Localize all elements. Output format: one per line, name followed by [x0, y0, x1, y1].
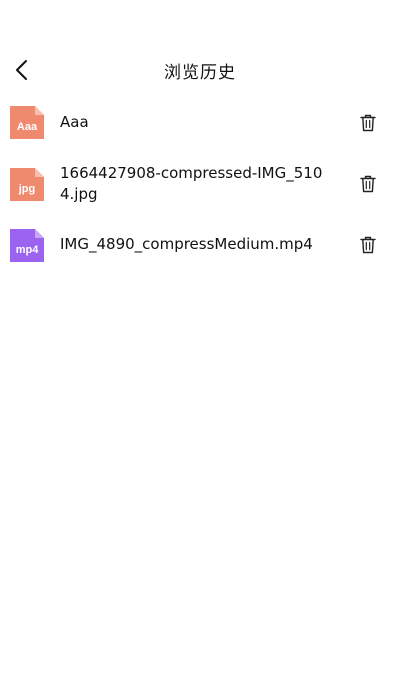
file-name: IMG_4890_compressMedium.mp4 [60, 235, 313, 253]
history-list: Aaa Aaa jpg 1664427908-compressed-IMG_51… [0, 92, 400, 275]
file-icon-fold [35, 106, 44, 115]
file-name: Aaa [60, 113, 89, 131]
file-type-icon: Aaa [10, 106, 44, 139]
delete-button[interactable] [357, 234, 379, 256]
file-name: 1664427908-compressed-IMG_5104.jpg [60, 164, 323, 203]
trash-icon [360, 236, 376, 254]
file-type-label: mp4 [16, 244, 40, 256]
file-type-label: Aaa [17, 121, 38, 133]
file-icon-fold [35, 229, 44, 238]
file-type-icon: mp4 [10, 229, 44, 262]
trash-icon [360, 114, 376, 132]
file-type-icon: jpg [10, 168, 44, 201]
trash-icon [360, 175, 376, 193]
page-title: 浏览历史 [164, 63, 236, 83]
delete-button[interactable] [357, 173, 379, 195]
top-bar: 浏览历史 [0, 48, 400, 92]
file-icon-fold [35, 168, 44, 177]
delete-button[interactable] [357, 112, 379, 134]
list-item[interactable]: Aaa Aaa [0, 92, 400, 153]
list-item[interactable]: mp4 IMG_4890_compressMedium.mp4 [0, 214, 400, 275]
list-item[interactable]: jpg 1664427908-compressed-IMG_5104.jpg [0, 153, 400, 214]
file-type-label: jpg [18, 183, 36, 195]
